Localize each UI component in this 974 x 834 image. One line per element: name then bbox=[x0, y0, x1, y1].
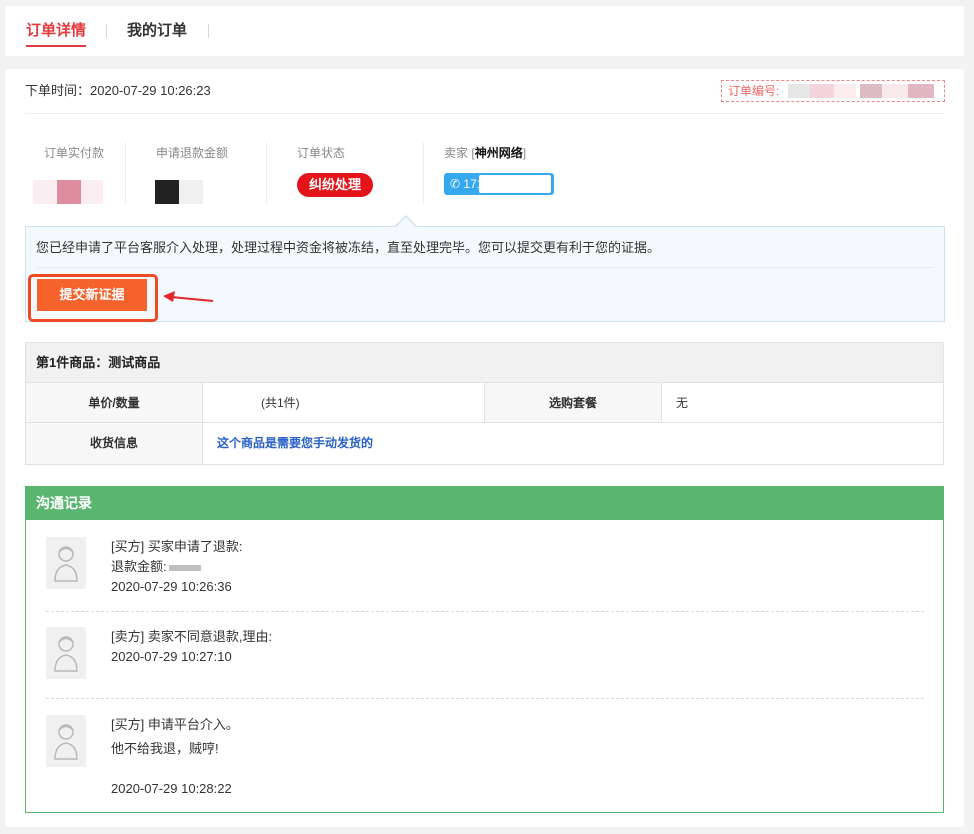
paid-amount-redacted bbox=[33, 176, 103, 206]
seller-label: 卖家 [神州网络] bbox=[444, 146, 527, 160]
order-time-label: 下单时间： bbox=[25, 83, 91, 98]
seller-name[interactable]: 神州网络 bbox=[475, 146, 523, 160]
refund-line: 退款金额: bbox=[111, 557, 242, 577]
order-number-redacted bbox=[788, 84, 938, 98]
table-row: 收货信息 这个商品是需要您手动发货的 bbox=[26, 423, 943, 464]
notice-box: 您已经申请了平台客服介入处理，处理过程中资金将被冻结，直至处理完毕。您可以提交更… bbox=[25, 226, 945, 322]
message-time: 2020-07-29 10:28:22 bbox=[111, 781, 232, 796]
shipping-label: 收货信息 bbox=[26, 423, 202, 464]
message-line: [买方] 买家申请了退款: bbox=[111, 539, 243, 554]
column-divider bbox=[125, 142, 126, 204]
shipping-value: 这个商品是需要您手动发货的 bbox=[217, 436, 374, 450]
tab-divider bbox=[208, 24, 209, 38]
package-value: 无 bbox=[676, 396, 689, 410]
message-text: [卖方] 卖家不同意退款,理由: 2020-07-29 10:27:10 bbox=[111, 627, 272, 667]
entry-divider bbox=[46, 611, 924, 612]
refund-amount-label: 申请退款金额 bbox=[156, 146, 229, 160]
tab-my-orders[interactable]: 我的订单 bbox=[127, 22, 187, 40]
message-time: 2020-07-29 10:27:10 bbox=[111, 649, 232, 664]
paid-amount-label: 订单实付款 bbox=[44, 146, 105, 160]
message-line: 退款金额: bbox=[111, 559, 167, 574]
product-table: 第1件商品：测试商品 单价/数量 (共1件) 选购套餐 无 收货信息 这个商品是… bbox=[25, 342, 944, 465]
order-status-label: 订单状态 bbox=[297, 146, 346, 160]
order-time: 下单时间：2020-07-29 10:26:23 bbox=[25, 83, 211, 99]
order-number-box: 订单编号: bbox=[721, 80, 945, 102]
tab-order-detail[interactable]: 订单详情 bbox=[26, 22, 87, 47]
phone-redacted bbox=[479, 175, 551, 193]
submit-evidence-button[interactable]: 提交新证据 bbox=[37, 279, 147, 311]
avatar bbox=[46, 627, 86, 679]
seller-phone-button[interactable]: ✆ 171 bbox=[444, 173, 554, 195]
order-detail-panel: 下单时间：2020-07-29 10:26:23 订单编号: 订单实付款 申请退… bbox=[5, 69, 964, 827]
communication-title: 沟通记录 bbox=[26, 487, 943, 520]
notice-text: 您已经申请了平台客服介入处理，处理过程中资金将被冻结，直至处理完毕。您可以提交更… bbox=[36, 240, 661, 255]
message-line: [买方] 申请平台介入。 bbox=[111, 717, 239, 732]
order-time-value: 2020-07-29 10:26:23 bbox=[90, 83, 211, 98]
avatar bbox=[46, 715, 86, 767]
list-item: [卖方] 卖家不同意退款,理由: 2020-07-29 10:27:10 bbox=[26, 627, 943, 697]
table-row: 单价/数量 (共1件) 选购套餐 无 bbox=[26, 383, 943, 423]
message-time: 2020-07-29 10:26:36 bbox=[111, 579, 232, 594]
message-text: [买方] 买家申请了退款: 退款金额: 2020-07-29 10:26:36 bbox=[111, 537, 242, 597]
communication-panel: 沟通记录 [买方] 买家申请了退款: 退款金额: 2020-07-29 10:2… bbox=[25, 486, 944, 813]
status-badge: 纠纷处理 bbox=[297, 173, 373, 197]
product-title: 第1件商品：测试商品 bbox=[26, 343, 943, 383]
tab-bar: 订单详情 我的订单 bbox=[5, 6, 964, 56]
avatar bbox=[46, 537, 86, 589]
notice-divider bbox=[36, 267, 934, 268]
seller-label-text: 卖家 bbox=[444, 146, 469, 160]
message-line: 他不给我退，贼哼! bbox=[111, 741, 219, 756]
message-text: [买方] 申请平台介入。 他不给我退，贼哼! 2020-07-29 10:28:… bbox=[111, 713, 239, 801]
message-line: [卖方] 卖家不同意退款,理由: bbox=[111, 629, 273, 644]
notice-caret-inner bbox=[396, 217, 416, 227]
entry-divider bbox=[46, 698, 924, 699]
column-divider bbox=[266, 142, 267, 204]
phone-icon: ✆ bbox=[450, 177, 461, 191]
refund-amount-redacted bbox=[155, 180, 203, 204]
price-qty-label: 单价/数量 bbox=[26, 383, 202, 422]
price-qty-value: (共1件) bbox=[261, 396, 300, 410]
list-item: [买方] 申请平台介入。 他不给我退，贼哼! 2020-07-29 10:28:… bbox=[26, 715, 943, 805]
package-label: 选购套餐 bbox=[485, 383, 661, 422]
column-divider bbox=[423, 142, 424, 204]
divider bbox=[25, 113, 944, 114]
order-number-label: 订单编号: bbox=[728, 84, 780, 98]
arrow-left-icon bbox=[163, 291, 214, 302]
list-item: [买方] 买家申请了退款: 退款金额: 2020-07-29 10:26:36 bbox=[26, 537, 943, 607]
tab-divider bbox=[106, 24, 107, 38]
